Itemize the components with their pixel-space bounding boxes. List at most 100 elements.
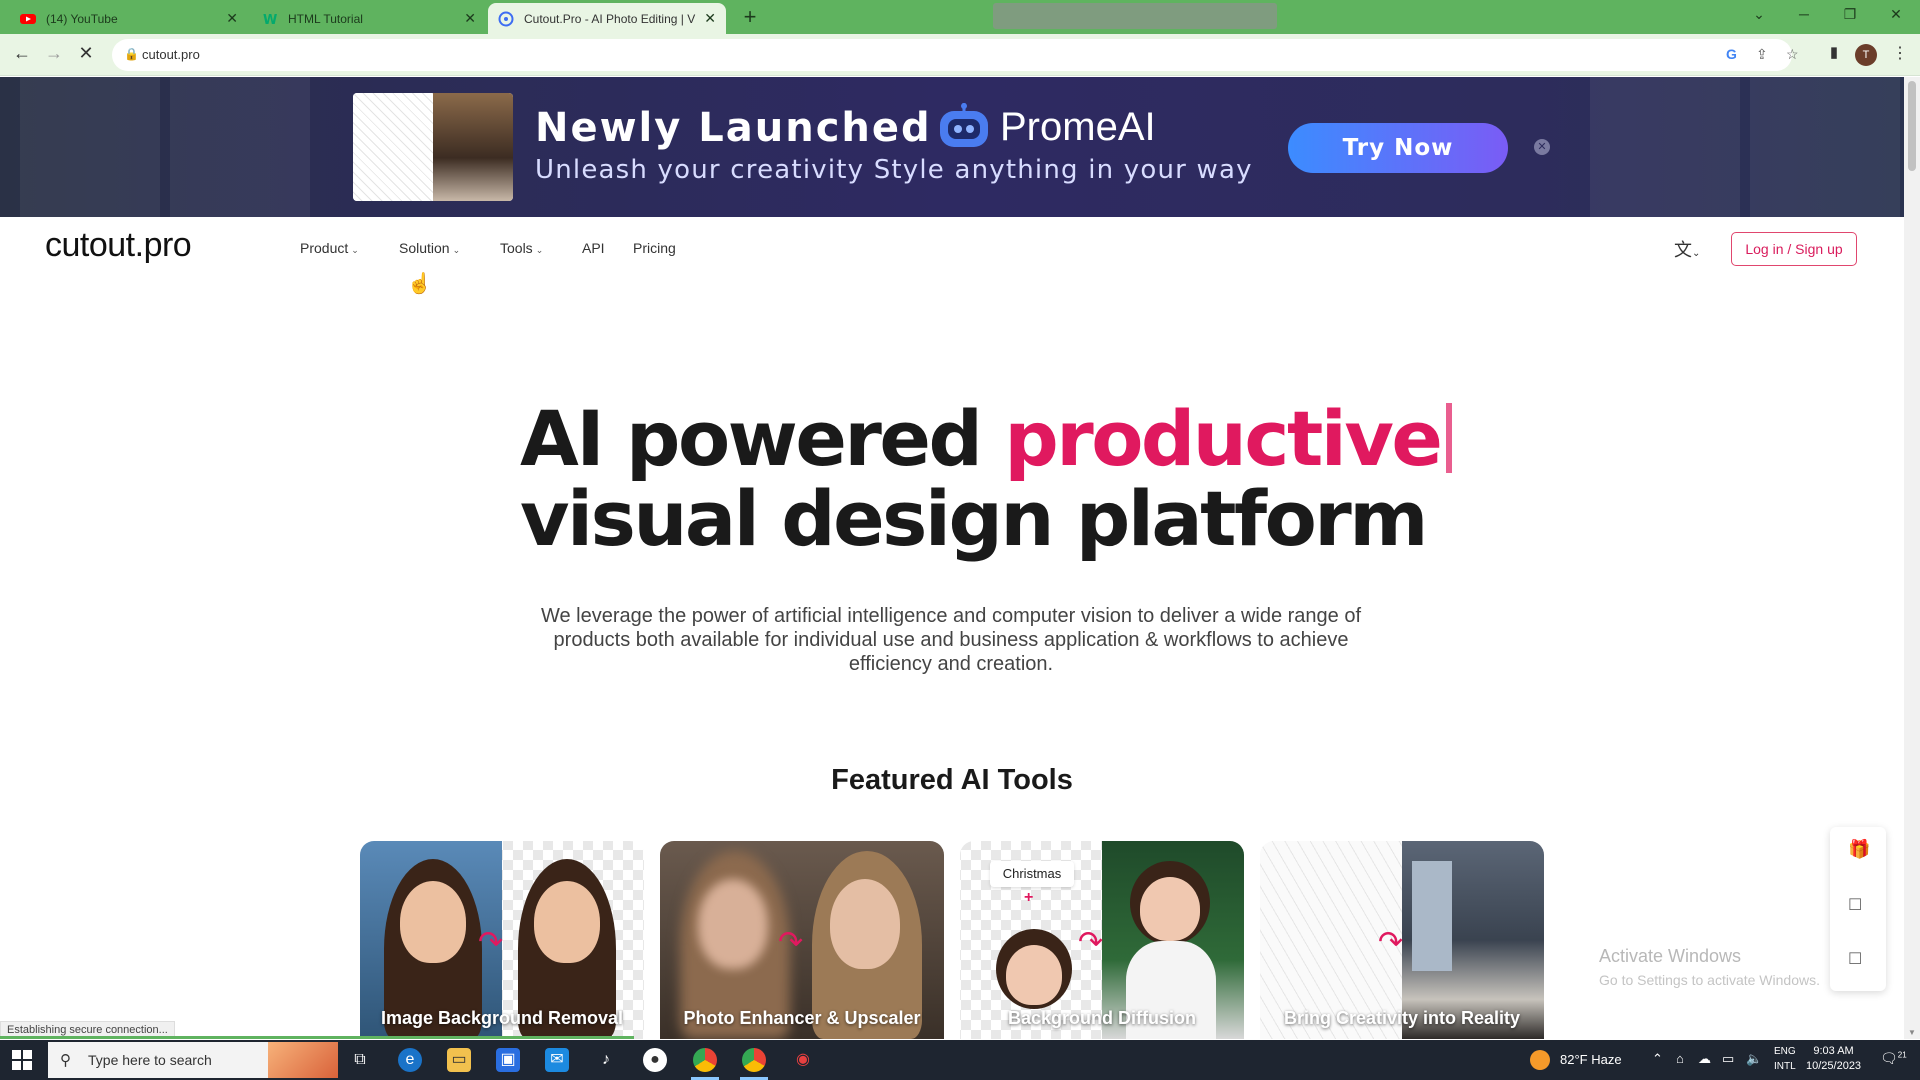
lock-icon[interactable]: 🔒	[124, 47, 139, 61]
nav-pricing[interactable]: Pricing	[633, 240, 676, 256]
nav-label: Product	[300, 240, 349, 256]
windows-start-icon[interactable]	[12, 1050, 32, 1070]
card-label: Bring Creativity into Reality	[1283, 1008, 1521, 1028]
close-tab-icon[interactable]: ✕	[464, 10, 476, 27]
svg-text:W: W	[263, 13, 277, 27]
card-label: Background Diffusion	[1008, 1008, 1196, 1028]
tab-youtube[interactable]: (14) YouTube ✕	[10, 3, 248, 34]
arrow-icon: ↷	[1378, 926, 1404, 959]
weather-icon[interactable]	[1530, 1050, 1550, 1070]
hero-line-2: visual design platform	[520, 474, 1428, 563]
banner-bg-tile	[20, 77, 160, 217]
restore-icon[interactable]: ❐	[1838, 6, 1862, 23]
chrome-profile-icon[interactable]	[742, 1048, 766, 1072]
banner-bg-tile	[1590, 77, 1740, 217]
weather-text[interactable]: 82°F Haze	[1560, 1052, 1622, 1067]
chat-icon[interactable]: ☐	[1848, 895, 1862, 915]
promo-banner[interactable]: Newly Launched PromeAI Unleash your crea…	[0, 77, 1904, 217]
nav-product[interactable]: Product ⌄	[300, 240, 359, 256]
network-icon[interactable]: ⌂	[1676, 1051, 1684, 1066]
menu-dots-icon[interactable]: ⋮	[1892, 43, 1908, 63]
minimize-icon[interactable]: ─	[1792, 6, 1816, 22]
share-icon[interactable]: ⇪	[1756, 46, 1768, 63]
stop-loading-icon[interactable]: ✕	[74, 43, 98, 64]
extension-toolbar[interactable]	[993, 3, 1277, 29]
chevron-up-icon[interactable]: ⌃	[1652, 1051, 1663, 1067]
bookmark-star-icon[interactable]: ☆	[1786, 46, 1799, 63]
arrow-icon: ↷	[778, 926, 804, 959]
hero-accent-text: productive	[1004, 394, 1443, 483]
nav-label: Pricing	[633, 240, 676, 256]
nav-label: API	[582, 240, 605, 256]
browser-tab-strip: (14) YouTube ✕ W HTML Tutorial ✕ Cutout.…	[0, 0, 1920, 34]
edge-icon[interactable]: e	[398, 1048, 422, 1072]
sketch-half	[353, 93, 433, 201]
onedrive-icon[interactable]: ☁	[1698, 1051, 1711, 1067]
scroll-down-icon[interactable]: ▼	[1908, 1028, 1916, 1037]
arrow-icon: ↷	[1078, 926, 1104, 959]
side-action-panel: 🎁 ☐ ☐	[1830, 827, 1886, 991]
notification-count: 21	[1897, 1050, 1907, 1060]
banner-title: Newly Launched	[535, 105, 932, 151]
app-icon[interactable]: ●	[643, 1048, 667, 1072]
close-window-icon[interactable]: ✕	[1884, 6, 1908, 23]
display-icon[interactable]: ▭	[1722, 1051, 1734, 1067]
tab-search-icon[interactable]: ⌄	[1747, 6, 1771, 23]
photo-half	[433, 93, 513, 201]
address-bar[interactable]: 🔒 cutout.pro G ⇪ ☆	[112, 39, 1799, 71]
clock-time: 9:03 AM	[1813, 1045, 1854, 1057]
scrollbar-thumb[interactable]	[1908, 81, 1916, 171]
system-clock[interactable]: 9:03 AM 10/25/2023	[1806, 1044, 1861, 1074]
hero-text: AI powered	[520, 394, 1005, 483]
url-text[interactable]: cutout.pro	[142, 47, 200, 62]
chrome-icon[interactable]	[693, 1048, 717, 1072]
face-shape	[1006, 945, 1062, 1005]
google-icon[interactable]: G	[1726, 46, 1737, 62]
tool-card-background-removal[interactable]: ↷ Image Background Removal	[360, 841, 644, 1039]
chevron-down-icon: ⌄	[452, 245, 461, 255]
windows-activation-title: Activate Windows	[1599, 946, 1742, 966]
taskbar-search-box[interactable]: ⚲ Type here to search	[48, 1042, 338, 1078]
nav-solution[interactable]: Solution ⌄	[399, 240, 460, 256]
forward-arrow-icon[interactable]: →	[42, 43, 66, 64]
volume-icon[interactable]: 🔈	[1746, 1051, 1762, 1067]
loading-progress-bar	[0, 1036, 634, 1039]
tool-card-creativity-reality[interactable]: ↷ Bring Creativity into Reality	[1260, 841, 1544, 1039]
nav-label: Tools	[500, 240, 533, 256]
mail-icon[interactable]: ✉	[545, 1048, 569, 1072]
new-tab-button[interactable]: +	[738, 4, 762, 30]
language-indicator[interactable]: ENG INTL	[1774, 1044, 1796, 1074]
plus-icon: +	[1024, 889, 1034, 906]
tool-card-photo-enhancer[interactable]: ↷ Photo Enhancer & Upscaler	[660, 841, 944, 1039]
window-shape	[1412, 861, 1452, 971]
face-shape	[400, 881, 466, 963]
task-view-icon[interactable]: ⧉	[348, 1048, 372, 1072]
close-icon[interactable]: ✕	[1534, 139, 1550, 155]
tool-card-background-diffusion[interactable]: Christmas + ↷ Background Diffusion	[960, 841, 1244, 1039]
nav-api[interactable]: API	[582, 240, 605, 256]
face-shape	[698, 879, 768, 969]
feedback-icon[interactable]: ☐	[1848, 949, 1862, 969]
screen-recorder-icon[interactable]: ◉	[791, 1048, 815, 1072]
close-tab-icon[interactable]: ✕	[226, 10, 238, 27]
close-tab-icon[interactable]: ✕	[704, 10, 716, 27]
nav-tools[interactable]: Tools ⌄	[500, 240, 543, 256]
notification-icon[interactable]: 🗨21	[1880, 1050, 1907, 1067]
tab-html-tutorial[interactable]: W HTML Tutorial ✕	[252, 3, 486, 34]
page-scrollbar[interactable]: ▼	[1904, 77, 1920, 1039]
profile-avatar[interactable]: T	[1855, 44, 1877, 66]
tab-title: HTML Tutorial	[288, 11, 363, 26]
translate-icon[interactable]: 文⌄	[1674, 236, 1700, 262]
tiktok-icon[interactable]: ♪	[594, 1048, 618, 1072]
try-now-button[interactable]: Try Now	[1288, 123, 1508, 173]
file-explorer-icon[interactable]: ▭	[447, 1048, 471, 1072]
tab-cutout-pro[interactable]: Cutout.Pro - AI Photo Editing | V ✕	[488, 3, 726, 34]
store-icon[interactable]: ▣	[496, 1048, 520, 1072]
face-shape	[830, 879, 900, 969]
login-signup-button[interactable]: Log in / Sign up	[1731, 232, 1857, 266]
side-panel-icon[interactable]: ▮	[1822, 43, 1846, 61]
site-logo[interactable]: cutout.pro	[45, 226, 192, 265]
back-arrow-icon[interactable]: ←	[10, 43, 34, 64]
w3schools-icon: W	[262, 11, 278, 28]
gift-icon[interactable]: 🎁	[1848, 839, 1870, 860]
